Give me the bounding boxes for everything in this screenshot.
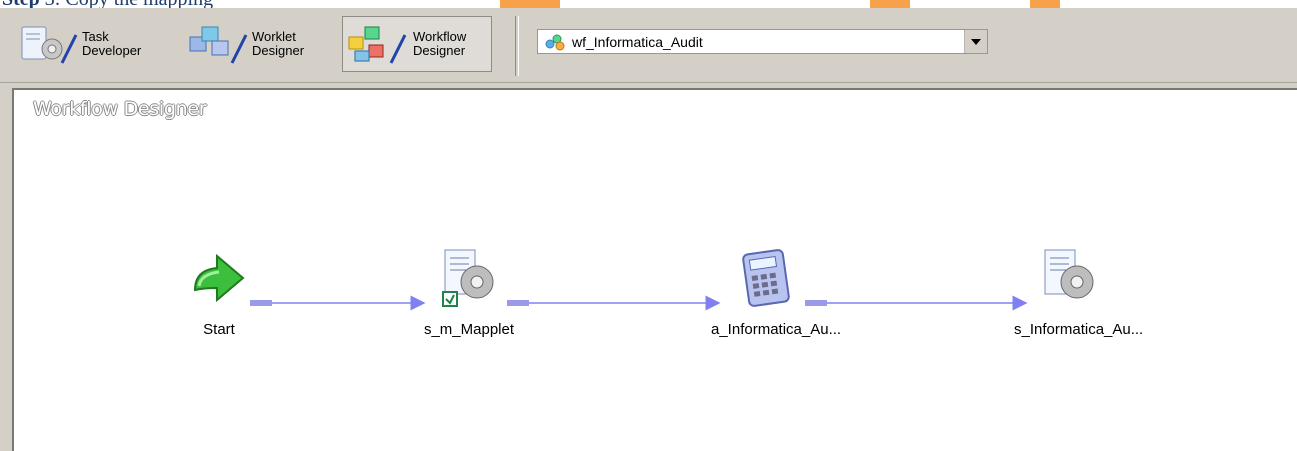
- decorative-stripe: [870, 0, 910, 8]
- start-task-node[interactable]: Start: [164, 248, 274, 338]
- document-text-strip: Step 3: Copy the mapping: [0, 0, 1297, 8]
- workflow-selector-value: wf_Informatica_Audit: [572, 33, 703, 50]
- workspace-area: Workflow Designer Start s_m_Mapplet a_In…: [0, 83, 1297, 451]
- assignment-task-node[interactable]: a_Informatica_Au...: [711, 248, 842, 338]
- node-label: s_Informatica_Au...: [1014, 321, 1144, 338]
- document-text: Step 3: Copy the mapping: [2, 0, 213, 8]
- worklet-designer-button[interactable]: Worklet Designer: [182, 16, 332, 72]
- worklet-designer-label: Worklet Designer: [252, 29, 305, 58]
- node-label: a_Informatica_Au...: [711, 321, 842, 338]
- toolbar-separator: [515, 16, 519, 76]
- task-developer-button[interactable]: Task Developer: [18, 16, 178, 72]
- start-arrow-icon: [193, 253, 245, 303]
- node-label: s_m_Mapplet: [423, 321, 515, 338]
- dropdown-arrow-button[interactable]: [964, 30, 987, 53]
- task-developer-icon: [21, 26, 78, 64]
- link-mapplet-to-assignment[interactable]: [507, 295, 721, 311]
- workflow-selector[interactable]: wf_Informatica_Audit: [537, 29, 988, 54]
- worklet-designer-icon: [189, 26, 248, 64]
- workflow-icon: [545, 34, 565, 50]
- workflow-designer-label: Workflow Designer: [413, 29, 467, 58]
- session-icon: [442, 249, 494, 307]
- designer-toolbar: Task Developer Worklet Designer Workflow…: [0, 8, 1297, 83]
- link-start-to-mapplet[interactable]: [250, 295, 426, 311]
- workflow-designer-button[interactable]: Workflow Designer: [342, 16, 492, 72]
- link-assignment-to-session[interactable]: [805, 295, 1028, 311]
- session-icon: [1044, 249, 1094, 299]
- node-label: Start: [203, 321, 235, 338]
- workflow-designer-icon: [348, 26, 407, 64]
- task-developer-label: Task Developer: [82, 29, 142, 58]
- chevron-down-icon: [971, 38, 981, 45]
- session-task-node[interactable]: s_m_Mapplet: [414, 248, 524, 338]
- session-task-node[interactable]: s_Informatica_Au...: [1014, 248, 1144, 338]
- decorative-stripe: [500, 0, 560, 8]
- decorative-stripe: [1030, 0, 1060, 8]
- workflow-canvas[interactable]: Workflow Designer Start s_m_Mapplet a_In…: [12, 88, 1297, 451]
- assignment-calculator-icon: [742, 249, 790, 307]
